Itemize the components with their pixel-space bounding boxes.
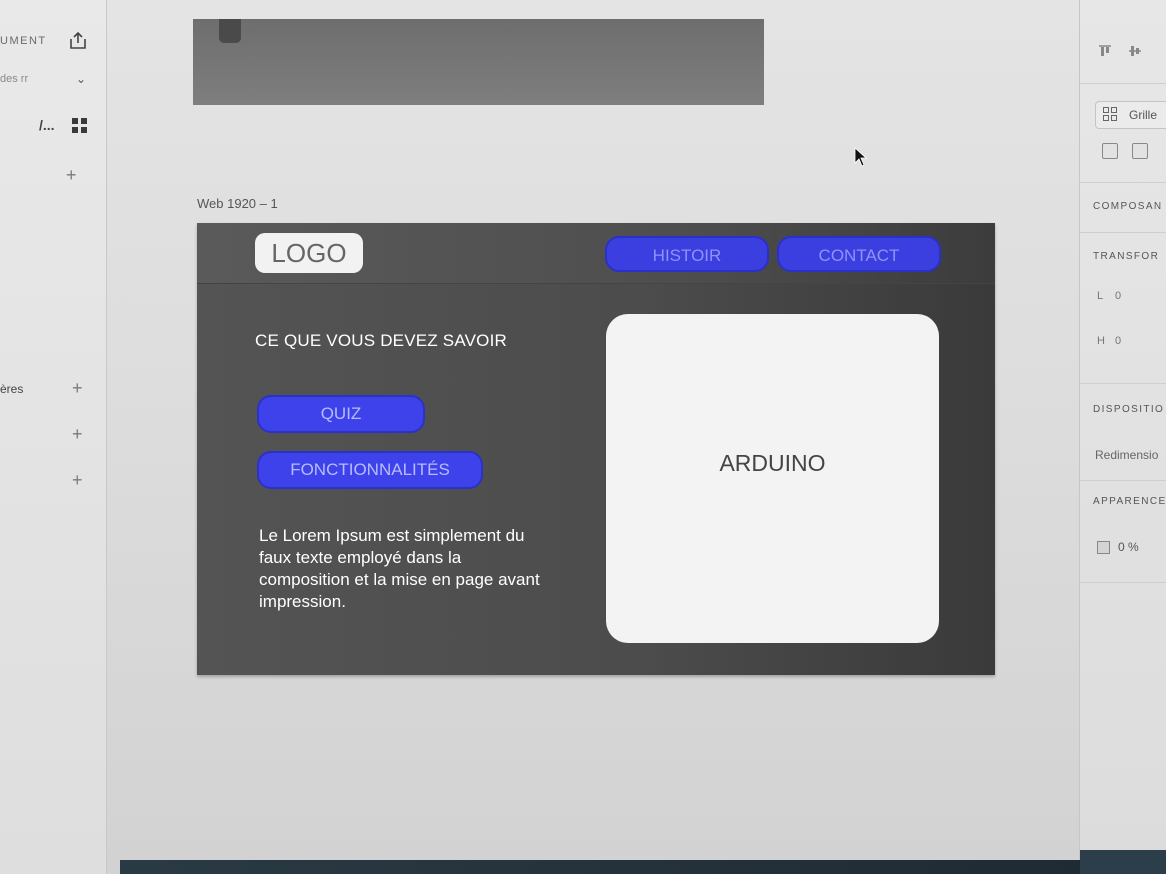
nav-button-histoir[interactable]: HISTOIR — [605, 236, 769, 272]
height-field[interactable]: 0 — [1115, 335, 1121, 347]
divider — [1080, 182, 1166, 183]
add-item-icon[interactable]: + — [72, 471, 83, 489]
artboard-element[interactable] — [219, 19, 241, 43]
card-label: ARDUINO — [719, 450, 826, 476]
layers-label: ères — [0, 382, 24, 396]
grid-icon — [1103, 107, 1117, 121]
width-label: L — [1097, 290, 1104, 302]
list-view-toggle[interactable]: /... — [39, 117, 55, 133]
taskbar-edge — [1080, 850, 1166, 874]
logo[interactable]: LOGO — [255, 233, 363, 273]
grid-view-icon[interactable] — [72, 118, 87, 133]
left-panel: UMENT des rr ⌄ /... + ères + + + — [0, 0, 107, 874]
add-page-icon[interactable]: + — [66, 166, 77, 184]
divider — [1080, 83, 1166, 84]
resize-label[interactable]: Redimensio — [1095, 448, 1158, 462]
top-artboard[interactable] — [193, 19, 764, 105]
features-button[interactable]: FONCTIONNALITÉS — [257, 451, 483, 489]
align-middle-icon[interactable] — [1128, 44, 1142, 58]
height-label: H — [1097, 335, 1105, 347]
nav-button-contact[interactable]: CONTACT — [777, 236, 941, 272]
duplicate-icon[interactable] — [1132, 143, 1148, 159]
site-header: LOGO HISTOIR CONTACT — [197, 223, 995, 284]
divider — [1080, 383, 1166, 384]
add-layer-icon[interactable]: + — [72, 379, 83, 397]
grid-button-label: Grille — [1129, 108, 1158, 122]
view-dropdown-label[interactable]: des rr — [0, 73, 28, 85]
copy-icon[interactable] — [1102, 143, 1118, 159]
quiz-button[interactable]: QUIZ — [257, 395, 425, 433]
right-panel: Grille COMPOSAN TRANSFOR L 0 H 0 DISPOSI… — [1079, 0, 1166, 874]
components-section-label[interactable]: COMPOSAN — [1093, 201, 1163, 212]
body-text: Le Lorem Ipsum est simplement du faux te… — [259, 526, 540, 611]
taskbar — [120, 860, 1080, 874]
divider — [1080, 582, 1166, 583]
arduino-card[interactable]: ARDUINO — [606, 314, 939, 643]
divider — [1080, 232, 1166, 233]
chevron-down-icon[interactable]: ⌄ — [76, 72, 86, 86]
share-icon[interactable] — [68, 31, 88, 51]
transform-section-label[interactable]: TRANSFOR — [1093, 251, 1159, 262]
mouse-cursor-icon — [854, 147, 868, 167]
document-label: UMENT — [0, 35, 47, 47]
divider — [1080, 480, 1166, 481]
artboard-label[interactable]: Web 1920 – 1 — [197, 196, 278, 211]
opacity-icon — [1097, 541, 1110, 554]
grid-button[interactable]: Grille — [1095, 101, 1166, 129]
appearance-section-label[interactable]: APPARENCE — [1093, 496, 1166, 507]
align-top-icon[interactable] — [1098, 44, 1112, 58]
width-field[interactable]: 0 — [1115, 290, 1121, 302]
opacity-field[interactable]: 0 % — [1118, 540, 1139, 554]
add-item-icon[interactable]: + — [72, 425, 83, 443]
layout-section-label[interactable]: DISPOSITIO — [1093, 404, 1164, 415]
screen: UMENT des rr ⌄ /... + ères + + + Web 192… — [0, 0, 1166, 874]
artboard-web-1920[interactable]: LOGO HISTOIR CONTACT CE QUE VOUS DEVEZ S… — [197, 223, 995, 675]
section-title: CE QUE VOUS DEVEZ SAVOIR — [255, 331, 507, 350]
